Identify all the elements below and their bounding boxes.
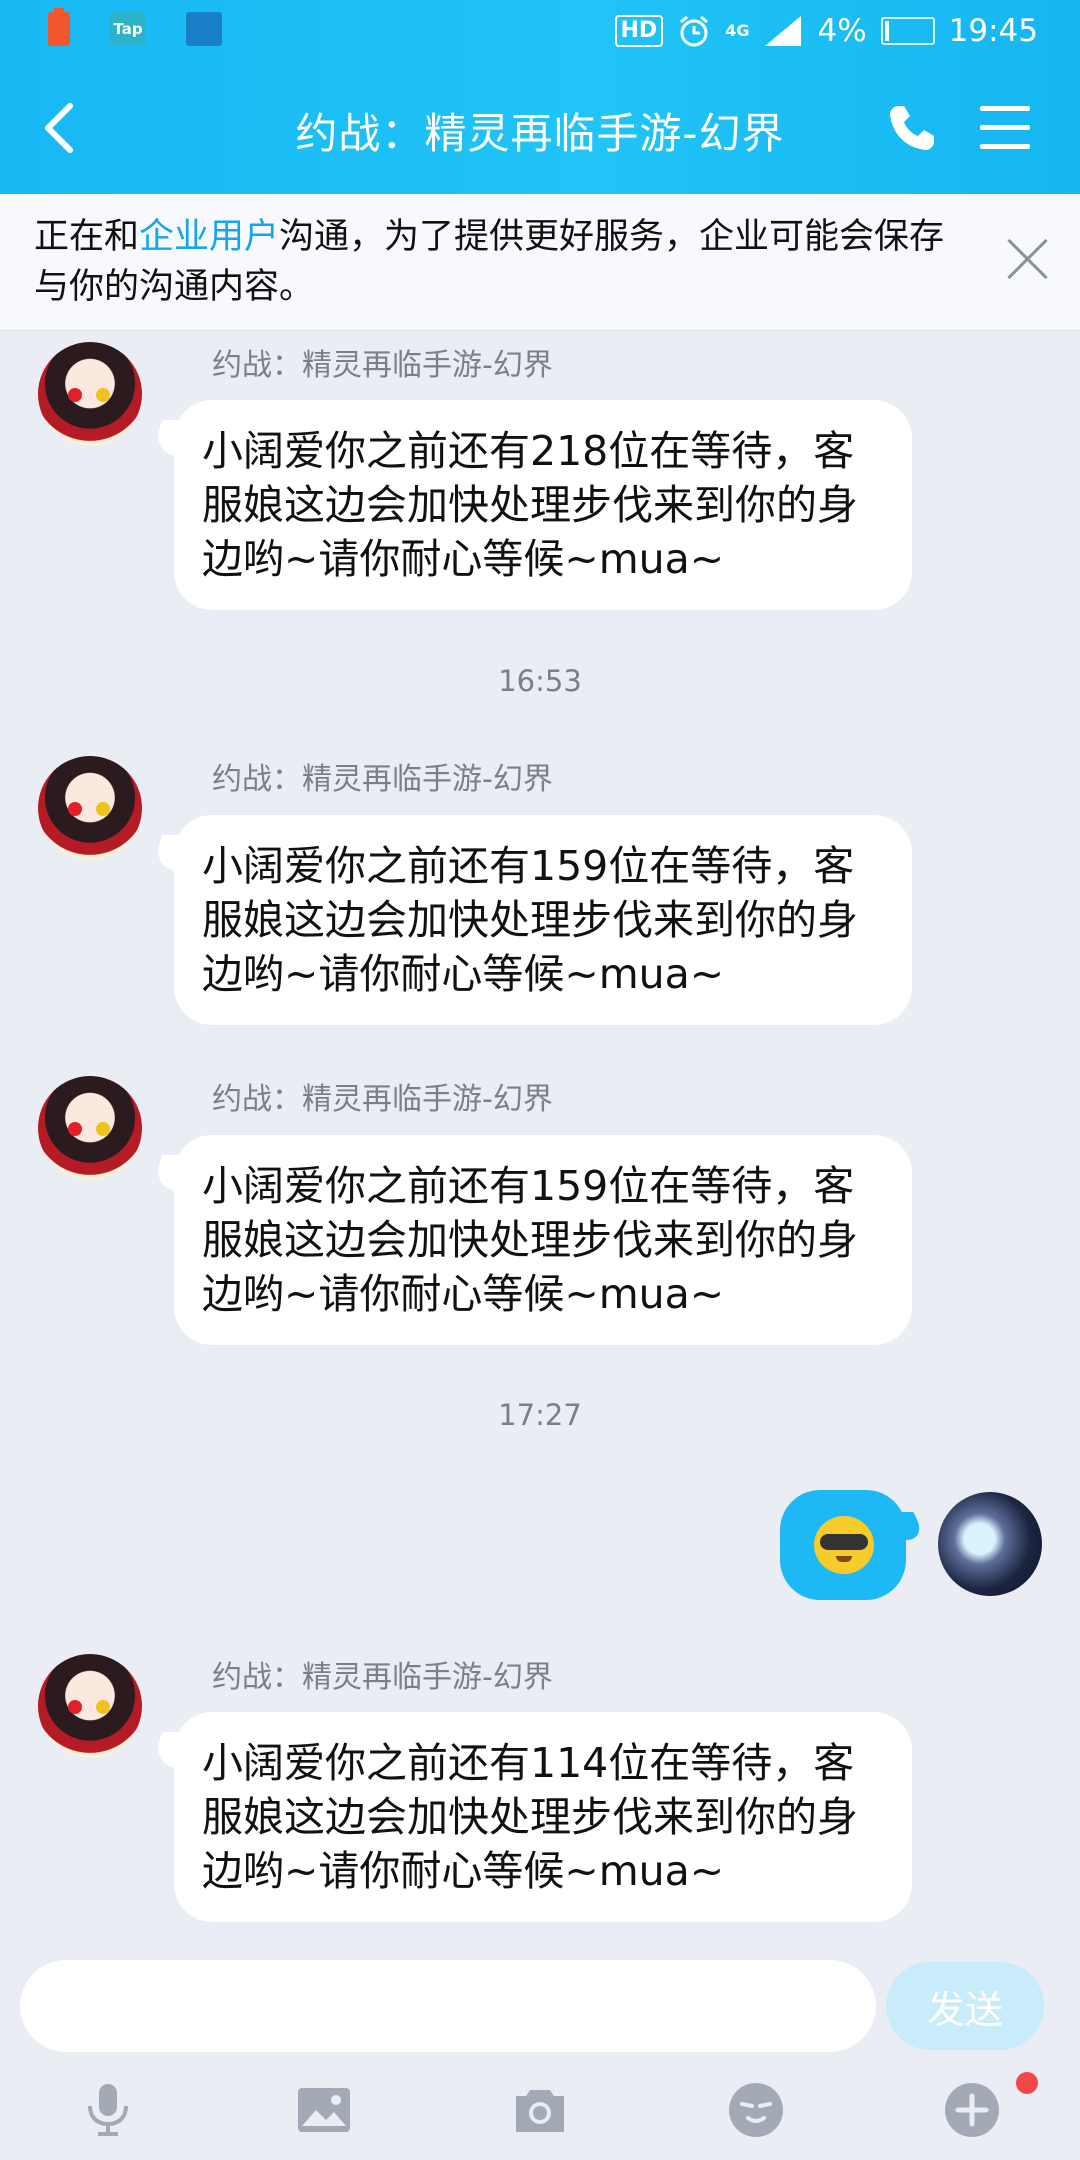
close-icon[interactable] [1006, 236, 1050, 280]
app-square-icon [186, 12, 222, 46]
service-avatar[interactable] [38, 756, 142, 860]
signal-icon [765, 16, 802, 46]
message-bubble[interactable]: 小阔爱你之前还有218位在等待，客服娘这边会加快处理步伐来到你的身边哟~请你耐心… [174, 400, 912, 610]
sender-name: 约战：精灵再临手游-幻界 [212, 348, 553, 383]
enterprise-notice: 正在和企业用户沟通，为了提供更好服务，企业可能会保存与你的沟通内容。 [0, 194, 1080, 331]
status-bar: Tap HD 4G 4% 19:45 [0, 0, 1080, 62]
notice-text: 正在和企业用户沟通，为了提供更好服务，企业可能会保存与你的沟通内容。 [34, 212, 974, 312]
image-icon[interactable] [294, 2080, 354, 2140]
message-bubble[interactable]: 小阔爱你之前还有114位在等待，客服娘这边会加快处理步伐来到你的身边哟~请你耐心… [174, 1712, 912, 1922]
battery-icon [880, 17, 935, 45]
network-type-label: 4G [725, 21, 750, 40]
hd-icon: HD [614, 15, 664, 47]
my-avatar[interactable] [938, 1492, 1042, 1596]
alarm-icon [680, 15, 709, 47]
camera-icon[interactable] [510, 2080, 570, 2140]
tap-label: Tap [113, 20, 143, 38]
message-bubble[interactable]: 小阔爱你之前还有159位在等待，客服娘这边会加快处理步伐来到你的身边哟~请你耐心… [174, 815, 912, 1025]
message-input[interactable] [20, 1960, 876, 2052]
phone-call-icon[interactable] [886, 102, 938, 154]
sender-name: 约战：精灵再临手游-幻界 [212, 762, 553, 797]
notice-prefix: 正在和 [34, 217, 140, 257]
battery-alert-icon [48, 8, 70, 46]
service-avatar[interactable] [38, 1076, 142, 1180]
microphone-icon[interactable] [78, 2080, 138, 2140]
clock-time: 19:45 [948, 13, 1038, 49]
tap-icon: Tap [110, 12, 146, 46]
menu-icon[interactable] [980, 106, 1030, 150]
battery-percent: 4% [817, 13, 867, 49]
message-bubble[interactable]: 小阔爱你之前还有159位在等待，客服娘这边会加快处理步伐来到你的身边哟~请你耐心… [174, 1135, 912, 1345]
sender-name: 约战：精灵再临手游-幻界 [212, 1660, 553, 1695]
timestamp: 16:53 [498, 664, 582, 698]
timestamp: 17:27 [498, 1398, 582, 1432]
input-toolbar [0, 2068, 1080, 2160]
app-header: Tap HD 4G 4% 19:45 约战：精灵再临手游-幻界 [0, 0, 1080, 194]
emoji-icon[interactable] [726, 2080, 786, 2140]
plus-icon[interactable] [942, 2080, 1002, 2140]
my-message-bubble[interactable] [780, 1490, 906, 1600]
enterprise-user-link[interactable]: 企业用户 [139, 217, 279, 257]
service-avatar[interactable] [38, 342, 142, 446]
title-bar: 约战：精灵再临手游-幻界 [0, 62, 1080, 194]
notification-dot [1016, 2072, 1038, 2094]
sender-name: 约战：精灵再临手游-幻界 [212, 1082, 553, 1117]
cool-face-emoji-icon [814, 1516, 874, 1574]
service-avatar[interactable] [38, 1654, 142, 1758]
send-button[interactable]: 发送 [886, 1962, 1044, 2050]
